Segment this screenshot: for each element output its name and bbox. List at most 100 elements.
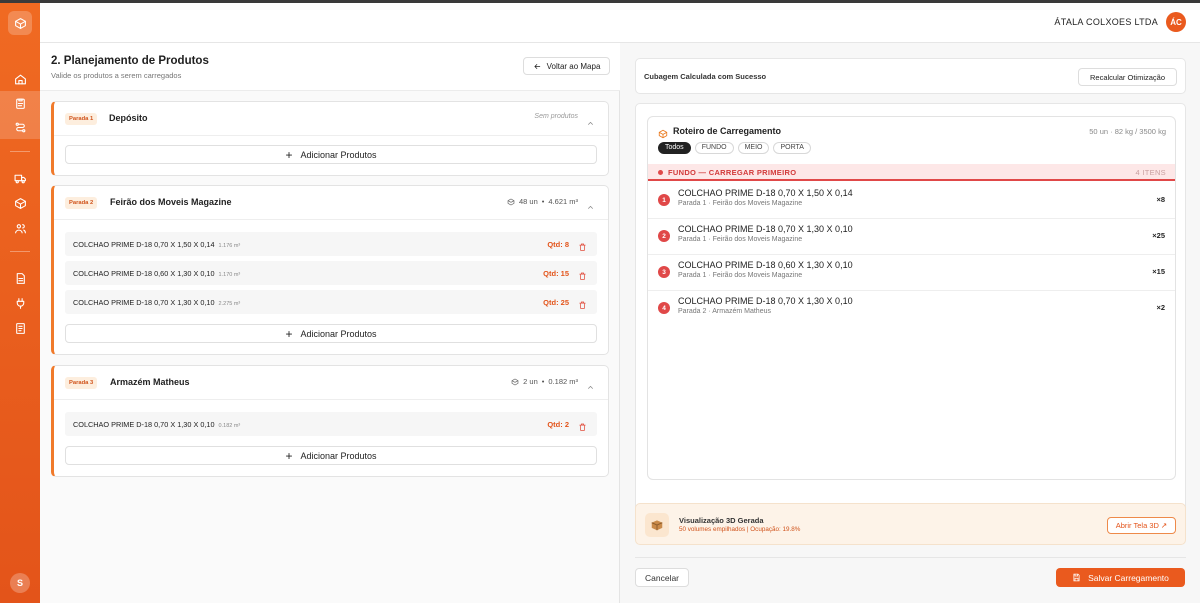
add-products-button[interactable]: + Adicionar Produtos (65, 324, 597, 343)
stop-volume: 4.621 m³ (548, 197, 578, 206)
status-dot (658, 170, 663, 175)
stop-card: Parada 2 Feirão dos Moveis Magazine 48 u… (51, 185, 609, 355)
sidebar: S (0, 3, 40, 603)
save-icon (1073, 573, 1080, 582)
add-products-label: Adicionar Produtos (300, 450, 377, 461)
stop-card: Parada 1 Depósito Sem produtos + Adicion… (51, 101, 609, 176)
back-to-map-button[interactable]: Voltar ao Mapa (523, 57, 610, 75)
load-item-stop: Parada 1 · Feirão dos Moveis Magazine (678, 236, 803, 243)
product-volume: 2.275 m³ (218, 301, 241, 307)
stop-summary: 2 un • 0.182 m³ (511, 377, 578, 386)
filter-chips: Todos FUNDO MEIO PORTA (658, 142, 811, 154)
stop-badge: Parada 3 (65, 377, 98, 389)
users-icon[interactable] (0, 216, 40, 240)
product-qty[interactable]: Qtd: 8 (547, 240, 569, 249)
load-order-badge: 1 (658, 194, 670, 206)
trash-icon[interactable] (578, 268, 587, 280)
load-item-qty: ×2 (1156, 303, 1165, 312)
product-qty[interactable]: Qtd: 2 (547, 420, 569, 429)
viz-subtitle: 50 volumes empilhados | Ocupação: 19.8% (679, 526, 801, 533)
3d-visualization-card: Visualização 3D Gerada 50 volumes empilh… (635, 503, 1186, 545)
add-products-button[interactable]: + Adicionar Produtos (65, 145, 597, 164)
clipboard-icon[interactable] (0, 91, 40, 115)
filter-chip-porta[interactable]: PORTA (773, 142, 811, 154)
load-item[interactable]: 1 COLCHAO PRIME D-18 0,70 X 1,50 X 0,14 … (648, 183, 1175, 219)
trash-icon[interactable] (578, 297, 587, 309)
filter-chip-fundo[interactable]: FUNDO (694, 142, 734, 154)
chevron-up-icon[interactable] (586, 115, 595, 125)
product-row: COLCHAO PRIME D-18 0,60 X 1,30 X 0,10 1.1… (65, 261, 597, 285)
stop-units: 48 un (518, 197, 538, 206)
product-row: COLCHAO PRIME D-18 0,70 X 1,30 X 0,10 0.1… (65, 412, 597, 436)
add-products-button[interactable]: + Adicionar Produtos (65, 446, 597, 465)
box-icon[interactable] (0, 191, 40, 215)
product-qty[interactable]: Qtd: 15 (543, 269, 569, 278)
logo-box-icon[interactable] (8, 11, 32, 35)
load-item[interactable]: 3 COLCHAO PRIME D-18 0,60 X 1,30 X 0,10 … (648, 255, 1175, 291)
stop-summary: 48 un • 4.621 m³ (507, 197, 578, 206)
load-order-badge: 2 (658, 230, 670, 242)
add-products-label: Adicionar Produtos (300, 328, 377, 339)
save-loading-button[interactable]: Salvar Carregamento (1056, 568, 1185, 587)
open-3d-button[interactable]: Abrir Tela 3D ↗ (1107, 517, 1176, 534)
stop-units: 2 un (523, 377, 538, 386)
plug-icon[interactable] (0, 291, 40, 315)
add-products-label: Adicionar Produtos (300, 149, 377, 160)
section-count: 4 ITENS (1135, 168, 1166, 177)
load-item-name: COLCHAO PRIME D-18 0,70 X 1,50 X 0,14 (678, 188, 853, 198)
product-name: COLCHAO PRIME D-18 0,60 X 1,30 X 0,10 1.1… (73, 269, 241, 278)
product-row: COLCHAO PRIME D-18 0,70 X 1,50 X 0,14 1.1… (65, 232, 597, 256)
viz-title: Visualização 3D Gerada (679, 516, 764, 525)
page-title: 2. Planejamento de Produtos (51, 55, 209, 67)
product-name: COLCHAO PRIME D-18 0,70 X 1,30 X 0,10 2.2… (73, 298, 241, 307)
stop-volume: 0.182 m³ (548, 377, 578, 386)
trash-icon[interactable] (578, 239, 587, 251)
load-item[interactable]: 4 COLCHAO PRIME D-18 0,70 X 1,30 X 0,10 … (648, 291, 1175, 327)
section-header-fundo: FUNDO — CARREGAR PRIMEIRO 4 ITENS (648, 164, 1175, 181)
stop-name: Feirão dos Moveis Magazine (110, 197, 232, 207)
footer-divider (635, 557, 1186, 558)
chevron-up-icon[interactable] (586, 199, 595, 209)
product-volume: 1.170 m³ (218, 272, 241, 278)
stop-name: Depósito (109, 113, 148, 123)
planning-header: 2. Planejamento de Produtos Valide os pr… (40, 43, 620, 91)
chevron-up-icon[interactable] (586, 379, 595, 389)
product-volume: 0.182 m³ (218, 423, 241, 429)
truck-icon[interactable] (0, 166, 40, 190)
company-name: ÁTALA COLXOES LTDA (1054, 17, 1158, 27)
save-loading-label: Salvar Carregamento (1088, 572, 1169, 583)
plus-icon: + (285, 147, 293, 162)
filter-chip-meio[interactable]: MEIO (737, 142, 770, 154)
product-volume: 1.176 m³ (218, 243, 241, 249)
separator-dot: • (541, 377, 545, 386)
load-item[interactable]: 2 COLCHAO PRIME D-18 0,70 X 1,30 X 0,10 … (648, 219, 1175, 255)
trash-icon[interactable] (578, 419, 587, 431)
cardboard-box-icon (645, 513, 669, 537)
stop-header[interactable]: Parada 3 Armazém Matheus 2 un • 0.182 m³ (54, 366, 608, 400)
product-qty[interactable]: Qtd: 25 (543, 298, 569, 307)
status-card: Cubagem Calculada com Sucesso Recalcular… (635, 58, 1186, 94)
report-icon[interactable] (0, 316, 40, 340)
product-planning-pane: 2. Planejamento de Produtos Valide os pr… (40, 43, 620, 603)
cancel-button[interactable]: Cancelar (635, 568, 689, 587)
user-avatar[interactable]: S (10, 573, 30, 593)
loading-pane: Cubagem Calculada com Sucesso Recalcular… (620, 43, 1200, 603)
sidebar-divider (10, 151, 30, 152)
route-container: Roteiro de Carregamento 50 un · 82 kg / … (635, 103, 1186, 535)
recalculate-button[interactable]: Recalcular Otimização (1078, 68, 1177, 86)
route-icon[interactable] (0, 115, 40, 139)
package-icon (507, 198, 515, 205)
top-header: ÁTALA COLXOES LTDA ÁC (40, 3, 1200, 43)
stop-badge: Parada 2 (65, 197, 98, 209)
stop-badge: Parada 1 (65, 113, 98, 125)
company-avatar[interactable]: ÁC (1166, 12, 1186, 32)
file-icon[interactable] (0, 266, 40, 290)
route-title: Roteiro de Carregamento (673, 126, 782, 136)
filter-chip-todos[interactable]: Todos (658, 142, 691, 154)
stop-header[interactable]: Parada 1 Depósito Sem produtos (54, 102, 608, 136)
arrow-left-icon (533, 63, 540, 69)
stop-header[interactable]: Parada 2 Feirão dos Moveis Magazine 48 u… (54, 186, 608, 220)
home-icon[interactable] (0, 67, 40, 91)
section-label: FUNDO — CARREGAR PRIMEIRO (668, 168, 797, 177)
status-text: Cubagem Calculada com Sucesso (644, 72, 767, 81)
